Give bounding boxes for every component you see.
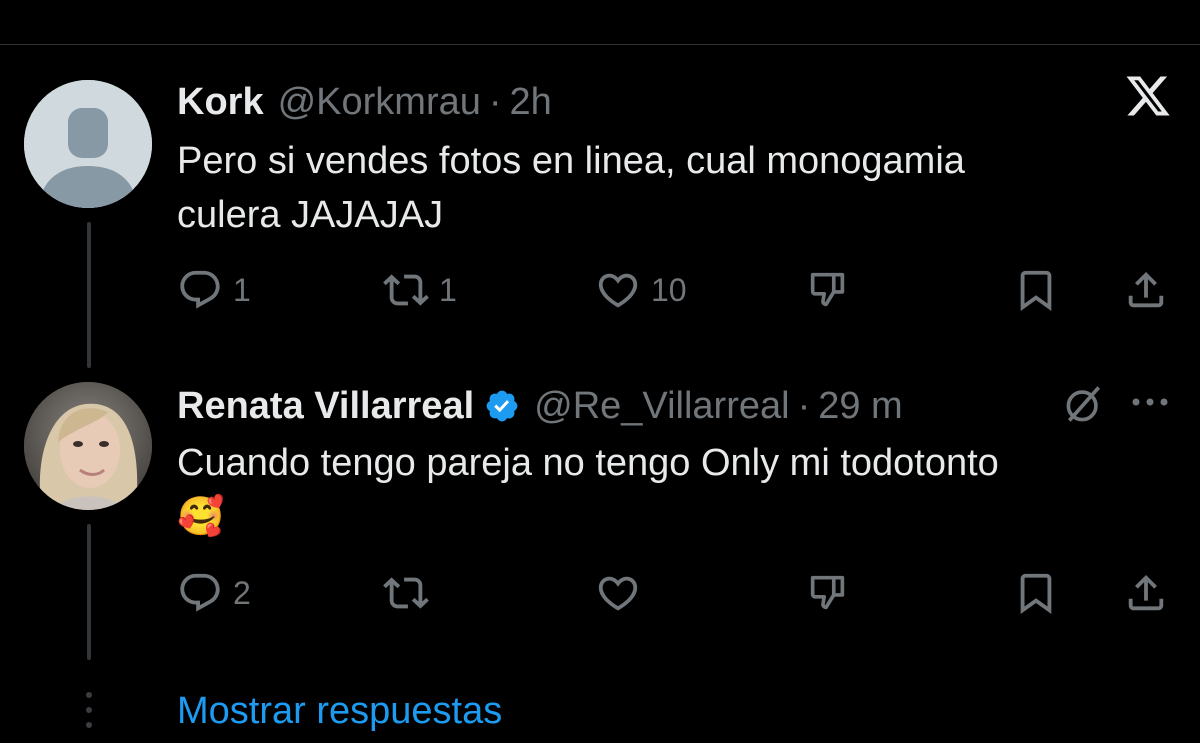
reply-button[interactable]: 2	[177, 568, 251, 618]
more-replies-dots-icon	[86, 692, 92, 728]
author-handle[interactable]: @Korkmrau	[278, 80, 481, 124]
retweet-button[interactable]: 1	[383, 265, 457, 315]
timestamp[interactable]: 29 m	[818, 384, 902, 428]
tweet-text-line-1: Cuando tengo pareja no tengo Only mi tod…	[177, 442, 999, 484]
reply-icon	[180, 573, 220, 612]
thread-line	[87, 222, 91, 368]
bookmark-button[interactable]	[1013, 568, 1059, 618]
tweet-text-line-1: Pero si vendes fotos en linea, cual mono…	[177, 140, 965, 182]
tweet-renata[interactable]: Renata Villarreal @Re_Villarreal · 29 m …	[0, 360, 1200, 660]
tweet-header: Renata Villarreal @Re_Villarreal · 29 m	[177, 382, 903, 428]
thumbs-down-icon	[810, 272, 845, 307]
dislike-button[interactable]	[805, 265, 851, 315]
tweet-text: Cuando tengo pareja no tengo Only mi tod…	[177, 436, 1137, 544]
verified-badge-icon[interactable]	[484, 388, 520, 424]
action-bar: 2	[177, 568, 1167, 618]
separator: ·	[797, 385, 811, 427]
bookmark-icon	[1020, 573, 1052, 614]
tweet-text: Pero si vendes fotos en linea, cual mono…	[177, 134, 1137, 242]
reply-count: 1	[233, 271, 251, 308]
retweet-count: 1	[439, 271, 457, 308]
author-name[interactable]: Renata Villarreal	[177, 384, 474, 428]
like-button[interactable]: 10	[595, 265, 687, 315]
tweet-kork[interactable]: Kork @Korkmrau · 2h Pero si vendes fotos…	[0, 0, 1200, 368]
default-avatar-icon	[24, 80, 152, 208]
grok-icon[interactable]	[1062, 382, 1106, 426]
reply-count: 2	[233, 574, 251, 611]
avatar[interactable]	[24, 80, 152, 208]
author-name[interactable]: Kork	[177, 80, 264, 124]
heart-icon	[598, 576, 638, 611]
share-icon	[1128, 574, 1164, 611]
reply-button[interactable]: 1	[177, 265, 251, 315]
retweet-icon	[383, 577, 429, 609]
action-bar: 1 1 10	[177, 265, 1167, 315]
bookmark-icon	[1020, 270, 1052, 311]
share-button[interactable]	[1123, 568, 1169, 618]
share-icon	[1128, 271, 1164, 308]
like-count: 10	[651, 271, 687, 308]
retweet-icon	[383, 274, 429, 306]
thread-line	[87, 524, 91, 660]
like-button[interactable]	[595, 568, 651, 618]
x-logo-icon[interactable]	[1124, 72, 1172, 120]
profile-photo	[24, 382, 152, 510]
separator: ·	[488, 81, 502, 123]
reply-icon	[180, 270, 220, 309]
bookmark-button[interactable]	[1013, 265, 1059, 315]
dislike-button[interactable]	[805, 568, 851, 618]
more-options-icon[interactable]	[1130, 390, 1170, 414]
timestamp[interactable]: 2h	[510, 80, 552, 124]
share-button[interactable]	[1123, 265, 1169, 315]
retweet-button[interactable]	[383, 568, 439, 618]
author-handle[interactable]: @Re_Villarreal	[534, 384, 789, 428]
tweet-header: Kork @Korkmrau · 2h	[177, 80, 552, 124]
tweet-text-line-2: culera JAJAJAJ	[177, 194, 444, 236]
heart-icon	[598, 273, 638, 308]
show-replies-link[interactable]: Mostrar respuestas	[177, 690, 502, 733]
thumbs-down-icon	[810, 575, 845, 610]
avatar[interactable]	[24, 382, 152, 510]
tweet-emoji: 🥰	[177, 496, 225, 538]
